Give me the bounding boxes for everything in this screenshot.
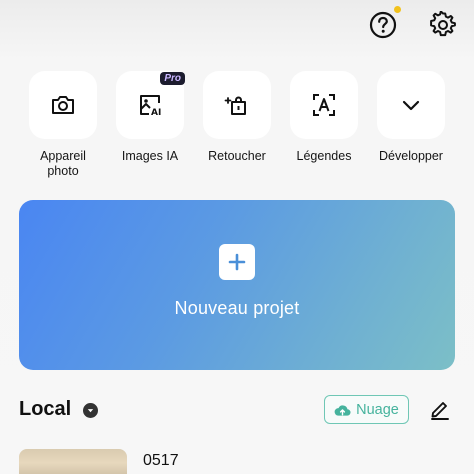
- help-button[interactable]: [367, 9, 399, 41]
- tool-ai-images-label: Images IA: [121, 149, 179, 163]
- edit-button[interactable]: [429, 398, 451, 420]
- cloud-button-label: Nuage: [356, 401, 399, 418]
- tool-camera[interactable]: Appareil photo: [18, 71, 108, 179]
- tool-retouch[interactable]: Retoucher: [192, 71, 282, 164]
- cloud-button[interactable]: Nuage: [324, 395, 409, 424]
- plus-button[interactable]: [219, 243, 255, 280]
- pencil-icon: [431, 402, 449, 420]
- caret-down-icon: [87, 409, 94, 413]
- new-project-label: Nouveau projet: [174, 297, 300, 318]
- local-title: Local: [19, 398, 72, 420]
- camera-icon: [52, 96, 74, 114]
- chevron-down-icon: [402, 100, 420, 111]
- tool-camera-label: Appareil photo: [40, 149, 86, 178]
- tool-captions-label: Légendes: [296, 149, 352, 163]
- tool-ai-images[interactable]: Pro AI Images IA: [105, 71, 195, 164]
- tool-expand-tile[interactable]: [377, 71, 445, 139]
- tool-captions-tile[interactable]: [290, 71, 358, 139]
- local-dropdown-button[interactable]: [83, 403, 98, 418]
- tool-shortcuts: Appareil photo Pro AI Images IA Retouche…: [0, 71, 474, 181]
- notification-dot: [394, 6, 401, 13]
- tool-ai-images-tile[interactable]: Pro AI: [116, 71, 185, 139]
- project-name[interactable]: 0517: [143, 452, 179, 470]
- tool-retouch-tile[interactable]: [203, 71, 271, 139]
- plus-icon: [228, 253, 246, 270]
- ai-image-icon: AI: [140, 95, 161, 118]
- tool-retouch-label: Retoucher: [208, 149, 266, 163]
- tool-expand-label: Développer: [379, 149, 443, 163]
- project-thumbnail[interactable]: [19, 449, 127, 474]
- local-section-header: Local Nuage: [19, 395, 455, 425]
- question-circle-icon: [369, 11, 397, 39]
- gear-icon: [430, 11, 456, 37]
- retouch-icon: [224, 96, 246, 115]
- tool-captions[interactable]: Légendes: [279, 71, 369, 164]
- settings-button[interactable]: [427, 9, 459, 41]
- pro-badge: Pro: [160, 72, 185, 85]
- tool-expand[interactable]: Développer: [366, 71, 456, 164]
- tool-camera-tile[interactable]: [29, 71, 97, 139]
- svg-text:AI: AI: [151, 108, 161, 118]
- new-project-card[interactable]: Nouveau projet: [19, 200, 455, 370]
- captions-icon: [313, 94, 335, 116]
- cloud-upload-icon: [334, 404, 351, 416]
